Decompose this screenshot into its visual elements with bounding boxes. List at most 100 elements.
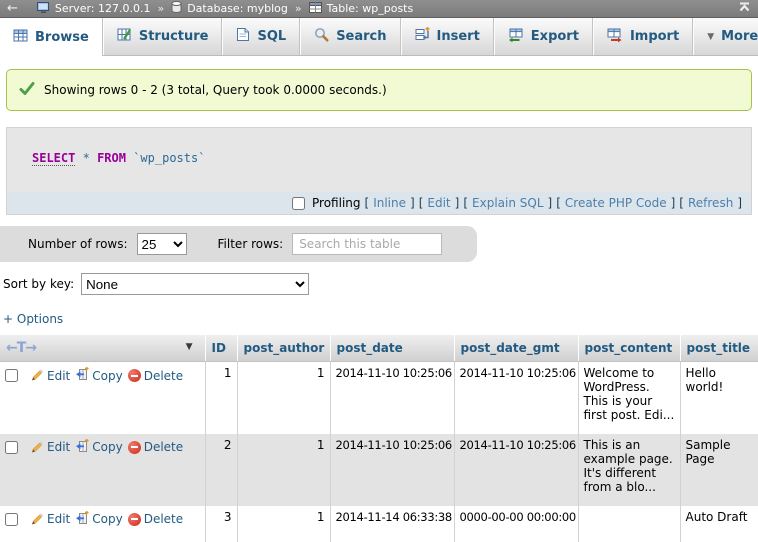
edit-pencil-icon [30, 439, 44, 456]
sql-table-ref: `wp_posts` [133, 151, 205, 165]
chevron-down-icon: ▼ [707, 32, 714, 42]
rows-label: Number of rows: [28, 237, 128, 251]
refresh-link[interactable]: Refresh [688, 196, 733, 210]
cell-id: 3 [205, 506, 237, 542]
status-message-text: Showing rows 0 - 2 (3 total, Query took … [44, 83, 387, 97]
filter-input[interactable] [292, 233, 442, 255]
create-php-code-link[interactable]: Create PHP Code [565, 196, 667, 210]
status-message: Showing rows 0 - 2 (3 total, Query took … [6, 69, 752, 111]
tab-label: Browse [35, 30, 89, 45]
sql-query-box: SELECT * FROM `wp_posts` Profiling [ Inl… [6, 127, 752, 215]
phpmyadmin-window: ← Server: 127.0.0.1 » Database: myblog »… [0, 0, 758, 542]
server-icon [37, 2, 50, 16]
row-select-checkbox[interactable] [5, 513, 18, 526]
insert-icon [415, 27, 430, 46]
table-row: Edit Copy Delete 1 1 2014-11-10 10:25:06… [0, 362, 758, 434]
explain-sql-link[interactable]: Explain SQL [472, 196, 544, 210]
edit-row-link[interactable]: Edit [47, 440, 70, 454]
query-actions-bar: Profiling [ Inline ] [ Edit ] [ Explain … [7, 192, 751, 214]
tab-insert[interactable]: Insert [401, 18, 494, 55]
tab-import[interactable]: Import [593, 18, 693, 55]
delete-row-link[interactable]: Delete [144, 512, 183, 526]
row-select-checkbox[interactable] [5, 369, 18, 382]
copy-icon [75, 367, 89, 384]
copy-row-link[interactable]: Copy [92, 369, 122, 383]
delete-icon [128, 369, 141, 382]
copy-row-link[interactable]: Copy [92, 512, 122, 526]
sort-controls: Sort by key: None [3, 272, 758, 296]
cell-post-author: 1 [237, 362, 330, 434]
tab-label: SQL [257, 29, 286, 44]
collapse-icon[interactable] [738, 2, 751, 15]
column-header-post-author[interactable]: post_author [237, 335, 330, 362]
sort-key-select[interactable]: None [81, 273, 309, 295]
bracket: [ [365, 196, 370, 210]
pivot-axes-icon[interactable]: ←T→ [6, 340, 36, 356]
bracket: ] [548, 196, 553, 210]
tab-export[interactable]: Export [494, 18, 593, 55]
delete-row-link[interactable]: Delete [144, 369, 183, 383]
search-icon [314, 27, 329, 46]
inline-link[interactable]: Inline [373, 196, 406, 210]
delete-icon [128, 513, 141, 526]
column-header-actions[interactable]: ←T→ ▼ [0, 335, 205, 362]
bracket: ] [455, 196, 460, 210]
cell-post-content [578, 506, 680, 542]
cell-post-date: 2014-11-14 06:33:38 [330, 506, 454, 542]
cell-post-date-gmt: 2014-11-10 10:25:06 [454, 362, 578, 434]
cell-post-content: This is an example page. It's different … [578, 434, 680, 506]
breadcrumb-separator: » [157, 2, 164, 15]
bracket: [ [556, 196, 561, 210]
delete-row-link[interactable]: Delete [144, 440, 183, 454]
breadcrumb: ← Server: 127.0.0.1 » Database: myblog »… [0, 0, 758, 18]
options-toggle-link[interactable]: + Options [3, 312, 63, 326]
tab-browse[interactable]: Browse [0, 18, 103, 56]
tab-more[interactable]: ▼ More [693, 18, 758, 55]
profiling-checkbox[interactable] [292, 197, 305, 210]
cell-id: 2 [205, 434, 237, 506]
results-table: ←T→ ▼ ID post_author post_date post_date… [0, 335, 758, 542]
column-header-post-content[interactable]: post_content [578, 335, 680, 362]
table-row: Edit Copy Delete 2 1 2014-11-10 10:25:06… [0, 434, 758, 506]
copy-icon [75, 439, 89, 456]
breadcrumb-database[interactable]: Database: myblog [187, 2, 288, 15]
tab-label: Search [336, 29, 386, 44]
edit-query-link[interactable]: Edit [427, 196, 450, 210]
breadcrumb-separator: » [295, 2, 302, 15]
edit-pencil-icon [30, 511, 44, 528]
row-select-checkbox[interactable] [5, 441, 18, 454]
copy-row-link[interactable]: Copy [92, 440, 122, 454]
column-header-post-date-gmt[interactable]: post_date_gmt [454, 335, 578, 362]
cell-post-title: Auto Draft [680, 506, 758, 542]
page-size-select[interactable]: 25 [137, 233, 187, 255]
tab-label: Export [531, 29, 579, 44]
sort-arrow-icon[interactable]: ▼ [186, 342, 193, 352]
bracket: ] [671, 196, 676, 210]
cell-post-content: Welcome to WordPress. This is your first… [578, 362, 680, 434]
sql-keyword-select[interactable]: SELECT [32, 151, 75, 166]
column-header-post-date[interactable]: post_date [330, 335, 454, 362]
edit-pencil-icon [30, 367, 44, 384]
tab-label: Structure [139, 29, 209, 44]
success-check-icon [19, 81, 35, 99]
cell-post-date-gmt: 0000-00-00 00:00:00 [454, 506, 578, 542]
tab-sql[interactable]: SQL [222, 18, 300, 55]
back-arrow-icon[interactable]: ← [7, 1, 18, 16]
structure-icon [117, 27, 132, 46]
filter-label: Filter rows: [218, 237, 284, 251]
tab-search[interactable]: Search [300, 18, 400, 55]
export-icon [508, 27, 524, 46]
cell-id: 1 [205, 362, 237, 434]
import-icon [607, 27, 623, 46]
breadcrumb-server[interactable]: Server: 127.0.0.1 [55, 2, 151, 15]
bracket: ] [737, 196, 742, 210]
cell-post-author: 1 [237, 506, 330, 542]
database-icon [171, 1, 182, 16]
edit-row-link[interactable]: Edit [47, 369, 70, 383]
breadcrumb-table: Table: wp_posts [327, 2, 414, 15]
tab-structure[interactable]: Structure [103, 18, 223, 55]
column-header-id[interactable]: ID [205, 335, 237, 362]
cell-post-title: Hello world! [680, 362, 758, 434]
edit-row-link[interactable]: Edit [47, 512, 70, 526]
column-header-post-title[interactable]: post_title [680, 335, 758, 362]
